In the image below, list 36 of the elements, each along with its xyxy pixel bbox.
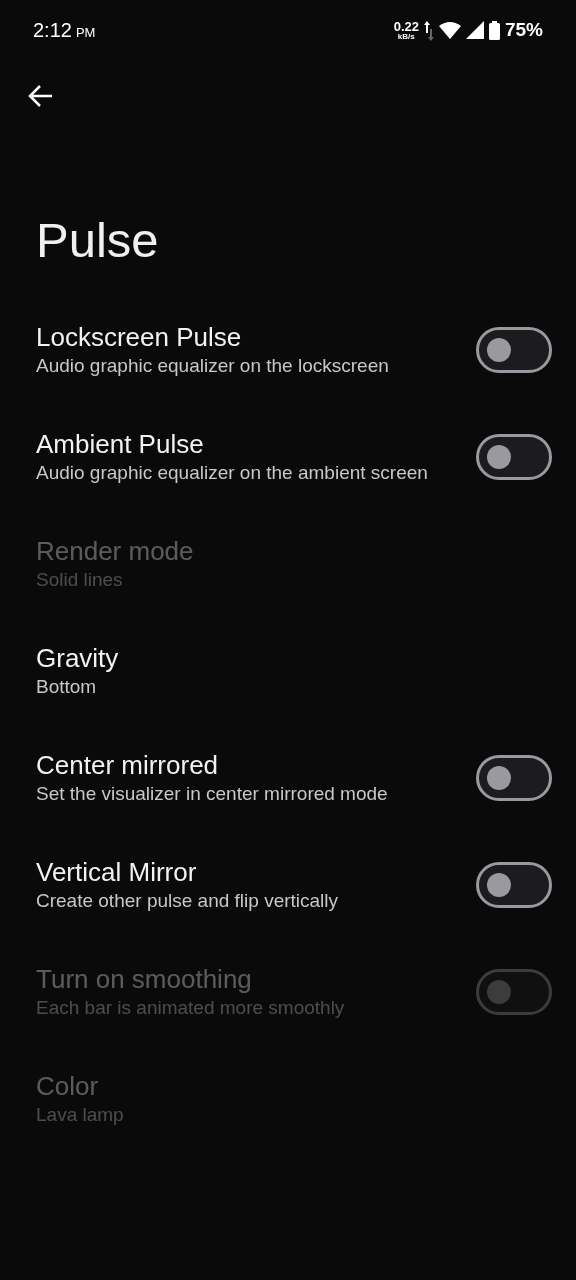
data-transfer-icon: [423, 19, 434, 41]
setting-item[interactable]: Center mirrored Set the visualizer in center mirrored mode: [0, 724, 576, 831]
setting-summary: Lava lamp: [36, 1103, 124, 1127]
setting-title: Render mode: [36, 535, 194, 567]
setting-summary: Audio graphic equalizer on the lockscreen: [36, 354, 389, 378]
setting-title: Ambient Pulse: [36, 428, 205, 460]
toggle-switch[interactable]: [476, 754, 552, 801]
setting-title: Turn on smoothing: [36, 963, 253, 995]
battery-icon: [488, 20, 500, 40]
setting-title: Center mirrored: [36, 749, 220, 781]
setting-summary: Each bar is animated more smoothly: [36, 996, 345, 1020]
status-time: 2:12: [33, 18, 72, 43]
setting-summary: Solid lines: [36, 568, 124, 592]
toggle-switch[interactable]: [476, 326, 552, 373]
wifi-icon: [438, 21, 461, 39]
setting-item[interactable]: Gravity Bottom: [0, 617, 576, 724]
setting-title: Lockscreen Pulse: [36, 321, 243, 353]
setting-title: Vertical Mirror: [36, 856, 198, 888]
setting-summary: Audio graphic equalizer on the ambient screen: [36, 461, 428, 485]
network-speed: 0.22: [393, 19, 419, 33]
signal-icon: [465, 21, 484, 39]
back-arrow-icon[interactable]: [28, 84, 54, 108]
page-title: Pulse: [36, 212, 160, 269]
setting-summary: Set the visualizer in center mirrored mode: [36, 782, 388, 806]
setting-summary: Create other pulse and flip vertically: [36, 889, 339, 913]
toggle-switch[interactable]: [476, 433, 552, 480]
setting-item[interactable]: Vertical Mirror Create other pulse and flip vertically: [0, 831, 576, 938]
toggle-switch[interactable]: [476, 861, 552, 908]
network-unit: kB/s: [397, 32, 415, 41]
setting-summary: Bottom: [36, 675, 98, 699]
setting-item[interactable]: Lockscreen Pulse Audio graphic equalizer on the lockscreen: [0, 296, 576, 403]
setting-title: Gravity: [36, 642, 119, 674]
setting-item[interactable]: Ambient Pulse Audio graphic equalizer on the ambient screen: [0, 403, 576, 510]
status-ampm: PM: [75, 24, 96, 42]
battery-percentage: 75%: [504, 17, 543, 42]
setting-title: Color: [36, 1070, 100, 1102]
